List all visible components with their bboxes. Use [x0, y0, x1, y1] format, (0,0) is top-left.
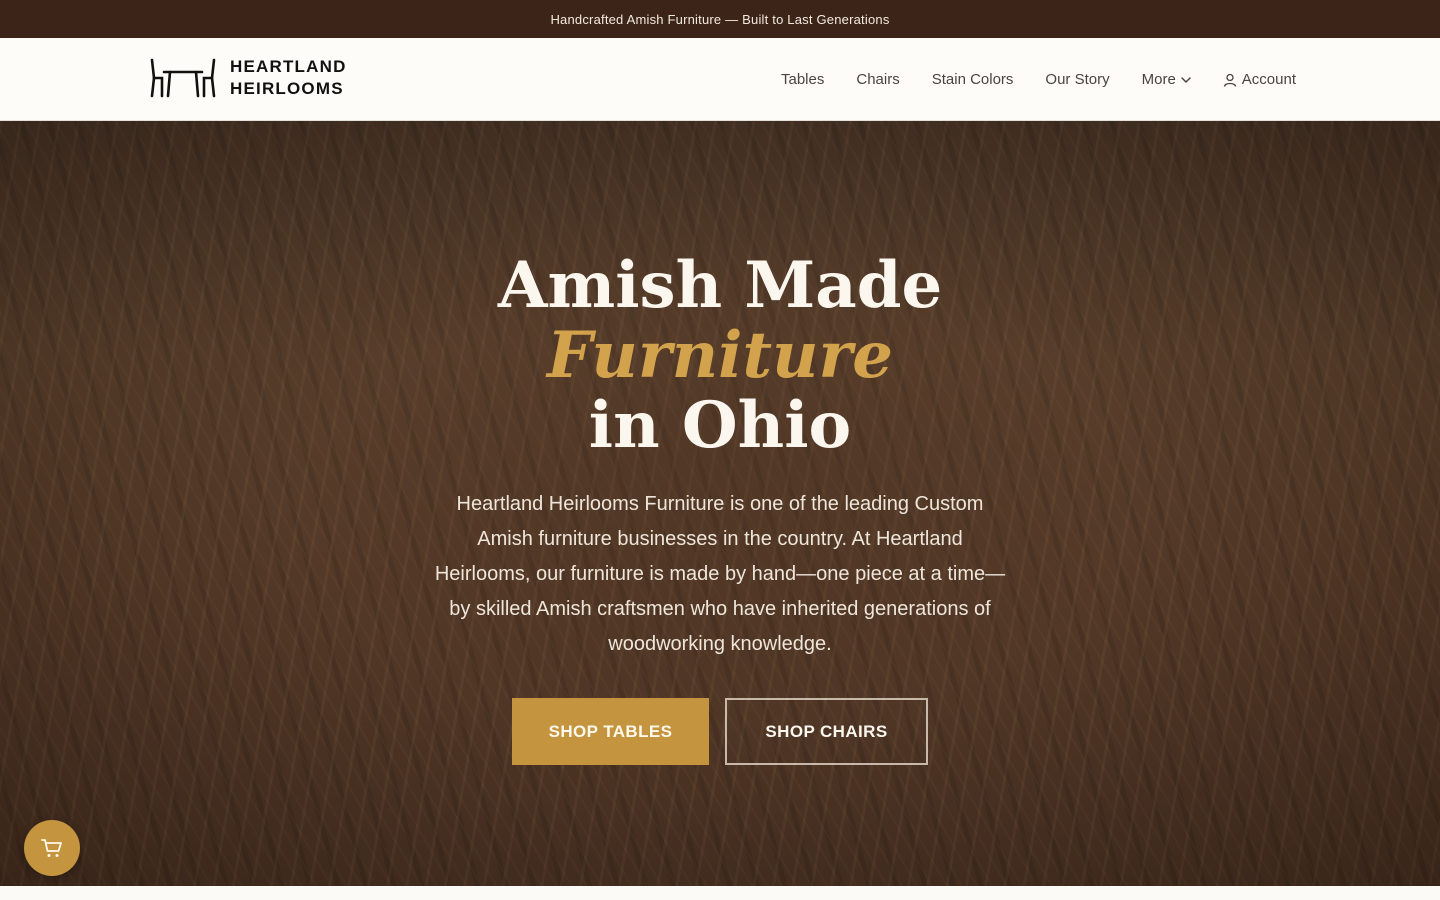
hero-section: Amish Made Furniture in Ohio Heartland H… [0, 121, 1440, 886]
announcement-bar: Handcrafted Amish Furniture — Built to L… [0, 0, 1440, 38]
logo-line-1: HEARTLAND [230, 57, 347, 76]
hero-title: Amish Made Furniture in Ohio [320, 251, 1120, 461]
nav-account[interactable]: Account [1223, 71, 1296, 88]
hero-title-line-1: Amish Made [497, 248, 943, 323]
hero-title-accent: Furniture [547, 318, 893, 393]
table-chairs-icon [150, 58, 216, 98]
nav-account-label: Account [1241, 71, 1296, 88]
cart-button[interactable] [24, 820, 80, 876]
page-bottom-strip [0, 886, 1440, 900]
site-header: HEARTLAND HEIRLOOMS Tables Chairs Stain … [0, 38, 1440, 121]
hero-description: Heartland Heirlooms Furniture is one of … [434, 493, 1006, 655]
nav-stain-colors[interactable]: Stain Colors [932, 71, 1014, 88]
hero-title-line-3: in Ohio [588, 388, 852, 463]
nav-more[interactable]: More [1142, 71, 1191, 88]
chevron-down-icon [1181, 76, 1191, 83]
user-icon [1223, 73, 1236, 87]
main-nav: Tables Chairs Stain Colors Our Story Mor… [781, 38, 1296, 121]
hero-content: Amish Made Furniture in Ohio Heartland H… [320, 251, 1120, 765]
shop-tables-button[interactable]: SHOP TABLES [512, 698, 709, 765]
hero-buttons: SHOP TABLES SHOP CHAIRS [320, 698, 1120, 765]
announcement-text: Handcrafted Amish Furniture — Built to L… [550, 11, 890, 27]
shop-chairs-button[interactable]: SHOP CHAIRS [725, 698, 928, 765]
nav-chairs[interactable]: Chairs [856, 71, 899, 88]
nav-our-story[interactable]: Our Story [1045, 71, 1109, 88]
nav-tables[interactable]: Tables [781, 71, 824, 88]
nav-more-label: More [1141, 71, 1176, 88]
logo-line-2: HEIRLOOMS [230, 79, 344, 98]
logo[interactable]: HEARTLAND HEIRLOOMS [148, 54, 347, 102]
cart-icon [41, 839, 62, 857]
logo-wordmark: HEARTLAND HEIRLOOMS [230, 56, 347, 100]
